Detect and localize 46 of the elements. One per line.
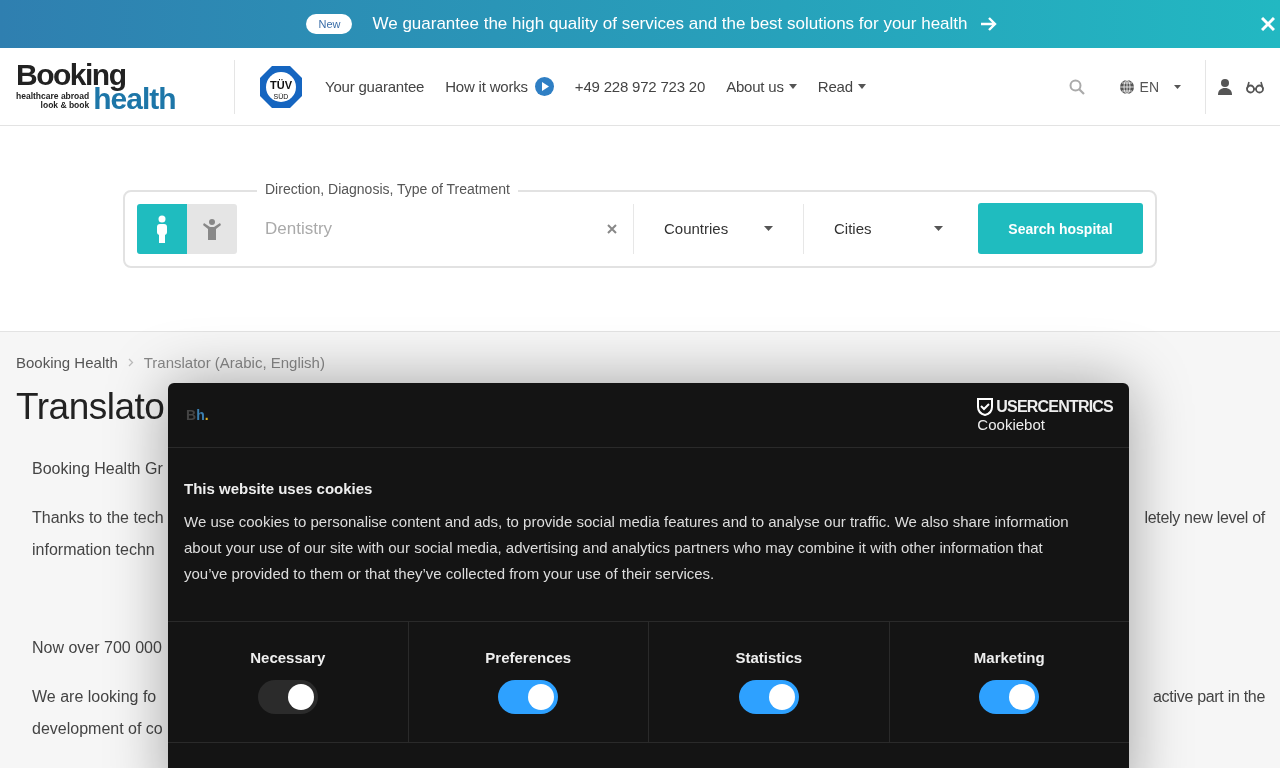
countries-dropdown[interactable]: Countries	[634, 208, 803, 249]
body-text: Booking Health Gr	[32, 459, 163, 480]
caret-icon[interactable]	[788, 84, 797, 89]
body-text: information techn	[32, 540, 155, 561]
language-selector[interactable]: EN	[1118, 78, 1181, 95]
search-legend: Direction, Diagnosis, Type of Treatment	[257, 180, 518, 197]
nav-link[interactable]: Your guarantee	[325, 78, 425, 95]
body-text: active part in the	[1153, 687, 1265, 708]
page-title: Translato	[16, 385, 165, 429]
toggle-label: Statistics	[735, 649, 803, 666]
nav-link[interactable]: How it works	[445, 77, 554, 96]
glasses-icon[interactable]	[1246, 79, 1264, 94]
adult-toggle[interactable]	[137, 203, 187, 254]
body-text: letely new level of	[1144, 508, 1265, 529]
clear-icon[interactable]	[607, 223, 617, 234]
nav-link[interactable]: About us	[726, 78, 797, 95]
body-text: Thanks to the tech	[32, 508, 164, 529]
breadcrumb-link[interactable]: Booking Health	[16, 354, 118, 371]
user-icon[interactable]	[1218, 78, 1232, 95]
toggle-switch[interactable]	[738, 680, 799, 714]
child-toggle[interactable]	[187, 203, 237, 254]
toggle-switch[interactable]	[498, 680, 559, 714]
caret-icon[interactable]	[934, 226, 943, 231]
new-badge: New	[306, 14, 353, 34]
cookiebot-logo: USERCENTRICS Cookiebot	[977, 398, 1113, 432]
caret-icon[interactable]	[857, 84, 866, 89]
globe-icon[interactable]	[1118, 78, 1135, 95]
arrow-right-icon[interactable]	[979, 16, 998, 32]
chevron-right-icon	[127, 358, 134, 367]
caret-icon[interactable]	[1174, 84, 1181, 89]
nav-link[interactable]: Read	[817, 78, 866, 95]
toggle-label: Preferences	[485, 649, 572, 666]
breadcrumb-current: Translator (Arabic, English)	[143, 354, 325, 371]
dialog-title: This website uses cookies	[184, 480, 374, 497]
nav-link[interactable]: +49 228 972 723 20	[574, 78, 706, 95]
body-text: Now over 700 000	[32, 638, 162, 659]
toggle-label: Necessary	[250, 649, 326, 666]
body-text: development of co	[32, 719, 163, 740]
caret-icon[interactable]	[764, 226, 773, 231]
toggle-switch[interactable]	[979, 680, 1040, 714]
toggle-label: Marketing	[973, 649, 1045, 666]
dialog-text: We use cookies to personalise content and ads, to provide social media features and to analyse our traffic. We also share information about your use of our site with our social media, advertising and analytics partners who may combine it with other information that you’ve provided to them or that they’ve collected from your use of their services.	[184, 512, 1070, 584]
cities-dropdown[interactable]: Cities	[804, 208, 973, 249]
body-text: We are looking fo	[32, 687, 157, 708]
play-icon[interactable]	[534, 77, 554, 96]
child-icon[interactable]	[202, 217, 222, 240]
